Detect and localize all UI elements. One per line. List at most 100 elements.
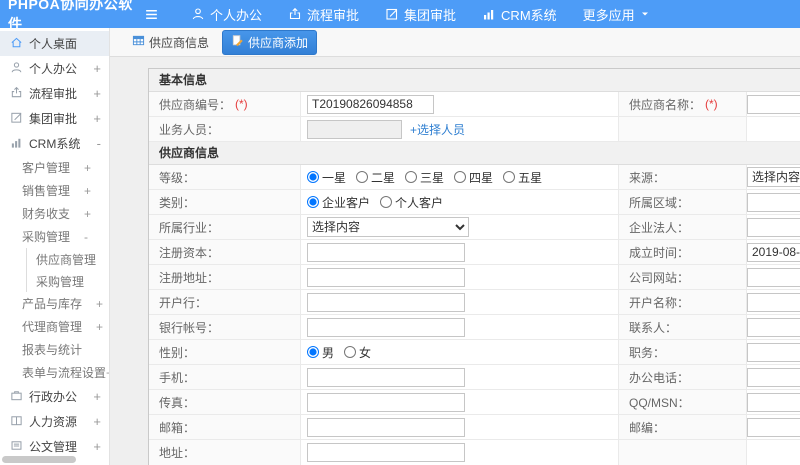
- sidebar-item-label: 公文管理: [29, 440, 78, 454]
- nav-personal-office[interactable]: 个人办公: [178, 0, 275, 28]
- sales-person-input[interactable]: [307, 119, 402, 139]
- field-label: 开户行：: [149, 290, 301, 314]
- position-input[interactable]: [747, 342, 800, 362]
- people-icon: [10, 414, 23, 430]
- category-option-enterprise[interactable]: 企业客户: [307, 194, 370, 211]
- radio-input[interactable]: [307, 196, 319, 208]
- expand-icon[interactable]: +: [96, 297, 103, 311]
- bank-name-input[interactable]: [307, 292, 465, 312]
- form-row-mobile-phone: 手机： 办公电话：: [149, 365, 800, 390]
- sidebar-item-group-approval[interactable]: 集团审批 +: [0, 106, 109, 131]
- expand-icon[interactable]: +: [84, 161, 91, 175]
- account-name-input[interactable]: [747, 292, 800, 312]
- email-input[interactable]: [307, 417, 465, 437]
- tab-supplier-add[interactable]: 供应商添加: [222, 29, 318, 55]
- nav-process-approval[interactable]: 流程审批: [275, 0, 372, 28]
- source-select[interactable]: 选择内容: [747, 167, 800, 187]
- level-option-3star[interactable]: 三星: [405, 169, 444, 186]
- sidebar-item-label: 客户管理: [22, 161, 71, 175]
- sidebar-item-personal-desktop[interactable]: 个人桌面: [0, 31, 109, 56]
- expand-icon[interactable]: +: [96, 320, 103, 334]
- choose-person-link[interactable]: +选择人员: [410, 121, 465, 138]
- level-option-2star[interactable]: 二星: [356, 169, 395, 186]
- zip-code-input[interactable]: [747, 417, 800, 437]
- nav-crm-system[interactable]: CRM系统: [469, 0, 570, 28]
- sidebar: 个人桌面 个人办公 + 流程审批 + 集团审批 + CRM系统 - 客户管理 +…: [0, 28, 110, 465]
- sidebar-item-personal-office[interactable]: 个人办公 +: [0, 56, 109, 81]
- sidebar-item-label: 人力资源: [29, 415, 78, 429]
- expand-icon[interactable]: +: [84, 207, 91, 221]
- nav-group-approval[interactable]: 集团审批: [372, 0, 469, 28]
- sidebar-item-hr[interactable]: 人力资源 +: [0, 409, 109, 434]
- level-option-1star[interactable]: 一星: [307, 169, 346, 186]
- collapse-icon[interactable]: -: [84, 230, 88, 244]
- industry-select[interactable]: 选择内容: [307, 217, 469, 237]
- radio-input[interactable]: [356, 171, 369, 183]
- category-option-personal[interactable]: 个人客户: [380, 194, 443, 211]
- expand-icon[interactable]: +: [93, 414, 101, 429]
- expand-icon[interactable]: +: [84, 184, 91, 198]
- gender-option-male[interactable]: 男: [307, 344, 334, 361]
- chart-icon: [10, 136, 23, 152]
- expand-icon[interactable]: +: [93, 389, 101, 404]
- edit-icon: [10, 111, 23, 127]
- registered-capital-input[interactable]: [307, 242, 465, 262]
- expand-icon[interactable]: +: [106, 366, 109, 380]
- nav-label: 流程审批: [307, 7, 360, 23]
- hamburger-menu-icon[interactable]: [138, 7, 164, 22]
- radio-input[interactable]: [307, 171, 319, 183]
- supplier-code-input[interactable]: [307, 94, 434, 114]
- fax-input[interactable]: [307, 392, 465, 412]
- region-input[interactable]: [747, 192, 800, 212]
- address-input[interactable]: [307, 443, 465, 462]
- gender-option-female[interactable]: 女: [344, 344, 371, 361]
- radio-input[interactable]: [380, 196, 393, 208]
- radio-input[interactable]: [503, 171, 516, 183]
- contact-person-input[interactable]: [747, 317, 800, 337]
- section-header-basic-info: 基本信息: [149, 69, 800, 92]
- horizontal-scrollbar-thumb[interactable]: [2, 456, 76, 463]
- radio-input[interactable]: [307, 346, 319, 358]
- radio-input[interactable]: [405, 171, 418, 183]
- radio-input[interactable]: [454, 171, 467, 183]
- sidebar-item-agent-mgmt[interactable]: 代理商管理 +: [0, 315, 109, 338]
- founding-date-input[interactable]: [747, 242, 800, 262]
- expand-icon[interactable]: +: [93, 439, 101, 454]
- form-row-supplier-code: 供应商编号： (*) 供应商名称： (*): [149, 92, 800, 117]
- level-option-5star[interactable]: 五星: [503, 169, 542, 186]
- sidebar-item-form-process-settings[interactable]: 表单与流程设置 +: [0, 361, 109, 384]
- expand-icon[interactable]: +: [93, 61, 101, 76]
- sidebar-item-crm-system[interactable]: CRM系统 -: [0, 131, 109, 156]
- nav-more-apps[interactable]: 更多应用: [570, 0, 663, 28]
- sidebar-item-supplier-mgmt[interactable]: 供应商管理: [27, 248, 109, 270]
- tab-supplier-info[interactable]: 供应商信息: [126, 31, 215, 54]
- company-website-input[interactable]: [747, 267, 800, 287]
- expand-icon[interactable]: +: [93, 86, 101, 101]
- sidebar-item-process-approval[interactable]: 流程审批 +: [0, 81, 109, 106]
- sidebar-item-label: 报表与统计: [22, 343, 83, 357]
- expand-icon[interactable]: +: [93, 111, 101, 126]
- sidebar-item-purchasing[interactable]: 采购管理: [27, 270, 109, 292]
- registered-address-input[interactable]: [307, 267, 465, 287]
- bank-account-input[interactable]: [307, 317, 465, 337]
- level-option-4star[interactable]: 四星: [454, 169, 493, 186]
- supplier-name-input[interactable]: [747, 94, 800, 114]
- qq-msn-input[interactable]: [747, 392, 800, 412]
- purchase-submenu: 供应商管理 采购管理: [26, 248, 109, 292]
- office-phone-input[interactable]: [747, 367, 800, 387]
- sidebar-item-customer-mgmt[interactable]: 客户管理 +: [0, 156, 109, 179]
- add-doc-icon: [231, 34, 244, 50]
- radio-input[interactable]: [344, 346, 357, 358]
- form-row-category-region: 类别： 企业客户 个人客户 所属区域：: [149, 190, 800, 215]
- sidebar-item-finance[interactable]: 财务收支 +: [0, 202, 109, 225]
- field-label: 开户名称：: [619, 290, 747, 314]
- chart-icon: [482, 7, 496, 21]
- legal-person-input[interactable]: [747, 217, 800, 237]
- sidebar-item-reports[interactable]: 报表与统计: [0, 338, 109, 361]
- collapse-icon[interactable]: -: [97, 136, 101, 151]
- sidebar-item-product-inventory[interactable]: 产品与库存 +: [0, 292, 109, 315]
- mobile-input[interactable]: [307, 367, 465, 387]
- sidebar-item-sales-mgmt[interactable]: 销售管理 +: [0, 179, 109, 202]
- sidebar-item-admin-office[interactable]: 行政办公 +: [0, 384, 109, 409]
- sidebar-item-purchase-mgmt[interactable]: 采购管理 -: [0, 225, 109, 248]
